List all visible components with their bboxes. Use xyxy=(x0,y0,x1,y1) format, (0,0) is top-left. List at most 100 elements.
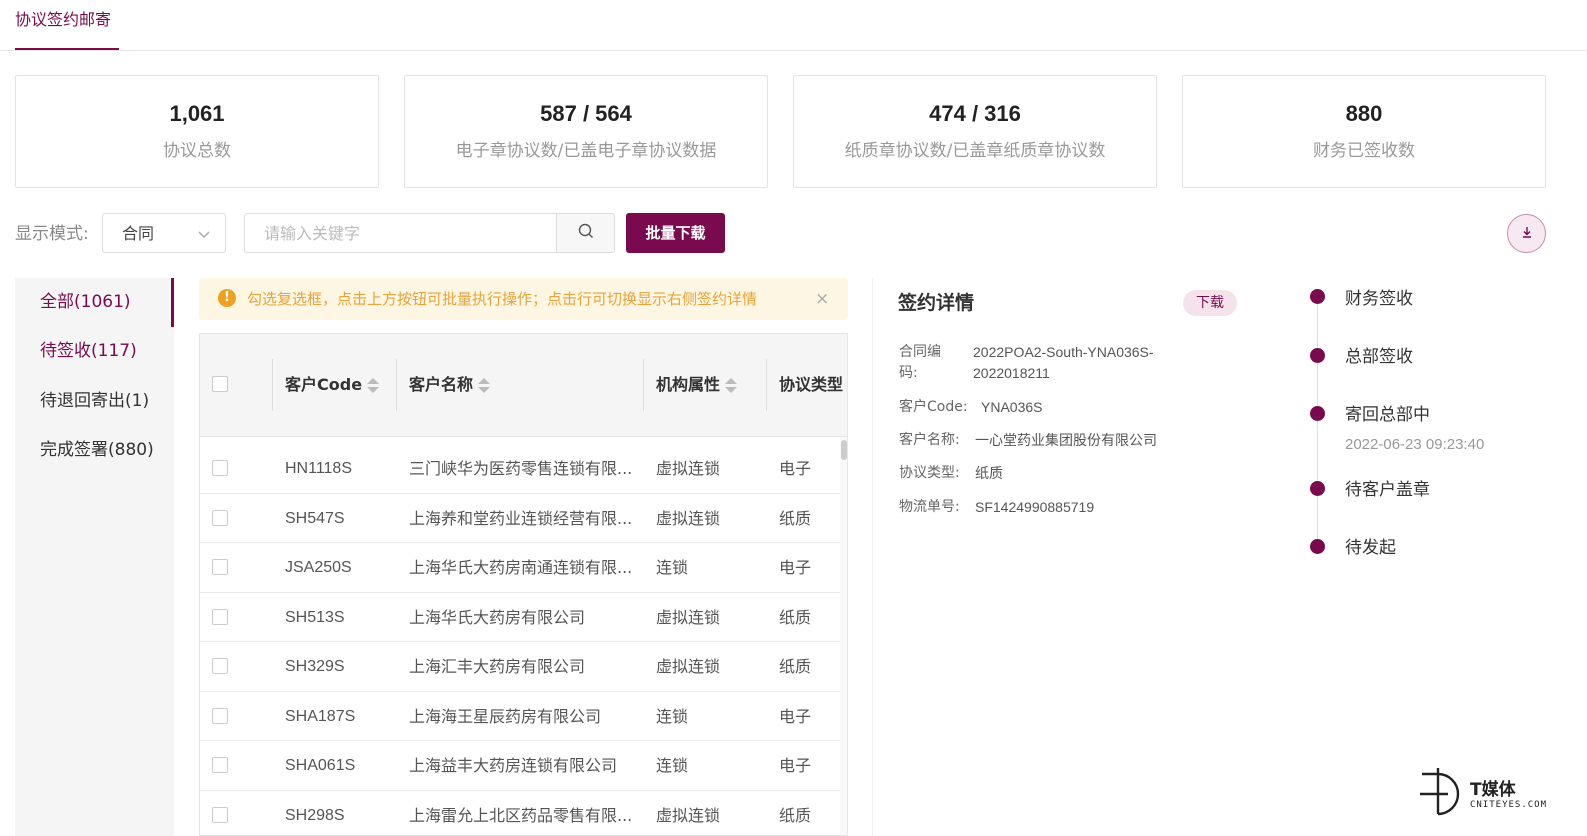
column-divider xyxy=(272,359,273,411)
search-button[interactable] xyxy=(556,213,615,253)
display-mode-value: 合同 xyxy=(122,224,155,243)
table-row[interactable]: SH329S 上海汇丰大药房有限公司 虚拟连锁 纸质 xyxy=(200,642,840,692)
row-checkbox[interactable] xyxy=(212,757,228,773)
cell-customer-code: SH329S xyxy=(285,658,345,675)
cell-customer-name: 上海养和堂药业连锁经营有限... xyxy=(409,508,633,528)
sidebar-item-all[interactable]: 全部(1061) xyxy=(40,290,131,314)
timeline-step-to-initiate: 待发起 xyxy=(1345,538,1396,558)
column-header-label: 客户Code xyxy=(285,375,363,394)
watermark-name: T媒体 xyxy=(1470,780,1516,800)
stat-value: 474 / 316 xyxy=(929,101,1021,126)
watermark-url: CNITEYES.COM xyxy=(1470,800,1548,810)
timeline-dot xyxy=(1310,406,1325,421)
customer-name-value: 一心堂药业集团股份有限公司 xyxy=(975,432,1157,448)
sidebar-item-pending-return[interactable]: 待退回寄出(1) xyxy=(40,389,149,413)
column-header-label: 机构属性 xyxy=(656,375,721,394)
timeline-dot xyxy=(1310,348,1325,363)
table-row[interactable]: SH513S 上海华氏大药房有限公司 虚拟连锁 纸质 xyxy=(200,593,840,642)
top-tab-bar: 协议签约邮寄 xyxy=(0,0,1587,51)
table-row[interactable]: HN1118S 三门峡华为医药零售连锁有限... 虚拟连锁 电子 xyxy=(200,444,840,494)
stat-card-paper: 474 / 316 纸质章协议数/已盖章纸质章协议数 xyxy=(793,75,1157,188)
cell-customer-code: SHA061S xyxy=(285,757,356,774)
cell-org-attribute: 虚拟连锁 xyxy=(656,805,721,825)
cell-customer-code: SHA187S xyxy=(285,707,356,725)
logistics-no-value: SF1424990885719 xyxy=(975,499,1095,515)
row-checkbox[interactable] xyxy=(212,658,228,674)
cell-agreement-type: 电子 xyxy=(779,706,812,726)
cell-agreement-type: 电子 xyxy=(779,459,812,478)
watermark-mark-icon xyxy=(1420,768,1460,816)
detail-download-button[interactable]: 下载 xyxy=(1183,290,1237,316)
cell-org-attribute: 虚拟连锁 xyxy=(656,459,721,478)
cell-customer-code: SH547S xyxy=(285,509,345,527)
table-row[interactable]: SHA061S 上海益丰大药房连锁有限公司 连锁 电子 xyxy=(200,741,840,791)
row-checkbox[interactable] xyxy=(212,509,228,526)
table-row[interactable]: JSA250S 上海华氏大药房南通连锁有限... 连锁 电子 xyxy=(200,543,840,593)
stat-card-total: 1,061 协议总数 xyxy=(15,75,379,188)
cell-customer-name: 上海华氏大药房南通连锁有限... xyxy=(409,558,633,577)
display-mode-select[interactable]: 合同 xyxy=(102,213,226,253)
close-icon[interactable]: × xyxy=(815,289,829,309)
row-checkbox[interactable] xyxy=(212,707,228,724)
column-header-name[interactable]: 客户名称 xyxy=(409,374,491,396)
tab-agreement-mail[interactable]: 协议签约邮寄 xyxy=(15,8,111,51)
warning-icon: ! xyxy=(218,289,236,307)
table-row[interactable]: SH547S 上海养和堂药业连锁经营有限... 虚拟连锁 纸质 xyxy=(200,494,840,543)
search-input[interactable] xyxy=(244,213,557,253)
sidebar-item-pending-receipt[interactable]: 待签收(117) xyxy=(40,339,137,363)
column-header-code[interactable]: 客户Code xyxy=(285,374,380,396)
row-checkbox[interactable] xyxy=(212,806,228,823)
cell-customer-name: 上海雷允上北区药品零售有限... xyxy=(409,805,633,825)
cell-agreement-type: 纸质 xyxy=(779,805,812,825)
cell-customer-name: 上海华氏大药房有限公司 xyxy=(409,607,586,627)
stat-value: 880 xyxy=(1345,101,1383,126)
stat-card-finance: 880 财务已签收数 xyxy=(1182,75,1546,188)
cell-customer-code: SH513S xyxy=(285,608,345,626)
sort-icon[interactable] xyxy=(725,377,738,395)
contract-no-value-line1: 2022POA2-South-YNA036S- xyxy=(973,344,1154,360)
timeline-dot xyxy=(1310,481,1325,496)
chevron-down-icon xyxy=(197,226,211,245)
batch-download-button[interactable]: 批量下载 xyxy=(626,213,725,253)
cell-org-attribute: 虚拟连锁 xyxy=(656,657,721,676)
customer-name-label: 客户名称: xyxy=(899,432,960,448)
row-checkbox[interactable] xyxy=(212,460,228,476)
column-header-type[interactable]: 协议类型 xyxy=(779,374,843,396)
timeline-step-finance-receipt: 财务签收 xyxy=(1345,289,1413,309)
row-checkbox[interactable] xyxy=(212,608,228,625)
status-filter-sidebar: 全部(1061) 待签收(117) 待退回寄出(1) 完成签署(880) xyxy=(15,278,174,836)
export-button[interactable] xyxy=(1507,214,1546,253)
customer-code-label: 客户Code: xyxy=(899,399,968,415)
table-header: 客户Code 客户名称 机构属性 协议类型 xyxy=(200,334,847,437)
cell-customer-name: 上海汇丰大药房有限公司 xyxy=(409,657,586,676)
stat-value: 587 / 564 xyxy=(540,101,632,126)
cell-agreement-type: 纸质 xyxy=(779,657,812,676)
sidebar-item-completed[interactable]: 完成签署(880) xyxy=(40,438,154,462)
timeline-dot xyxy=(1310,539,1325,554)
table-scroll-thumb[interactable] xyxy=(841,440,847,460)
column-divider xyxy=(766,359,767,411)
active-tab-underline xyxy=(15,48,119,50)
row-checkbox[interactable] xyxy=(212,559,228,575)
customer-code-value: YNA036S xyxy=(981,399,1043,415)
sort-icon[interactable] xyxy=(478,377,491,395)
table-scrollbar[interactable] xyxy=(840,437,847,835)
cell-org-attribute: 虚拟连锁 xyxy=(656,508,721,528)
select-all-checkbox[interactable] xyxy=(212,376,228,392)
display-mode-label: 显示模式: xyxy=(15,224,89,244)
agreement-type-value: 纸质 xyxy=(975,465,1003,481)
stat-label: 财务已签收数 xyxy=(1313,141,1415,161)
stat-card-electronic: 587 / 564 电子章协议数/已盖电子章协议数据 xyxy=(404,75,768,188)
cell-customer-code: SH298S xyxy=(285,806,345,824)
contract-no-label-line2: 码: xyxy=(899,365,918,381)
stat-label: 纸质章协议数/已盖章纸质章协议数 xyxy=(844,141,1106,161)
table-row[interactable]: SHA187S 上海海王星辰药房有限公司 连锁 电子 xyxy=(200,692,840,741)
sort-icon[interactable] xyxy=(367,377,380,395)
watermark-logo: T媒体 CNITEYES.COM xyxy=(1418,766,1568,818)
agreement-table: 客户Code 客户名称 机构属性 协议类型 HN1118S 三门峡华为医药零售连锁… xyxy=(199,333,848,836)
column-header-org[interactable]: 机构属性 xyxy=(656,374,738,396)
contract-no-label-line1: 合同编 xyxy=(899,344,941,360)
download-icon xyxy=(1519,224,1535,244)
timeline-step-hq-receipt: 总部签收 xyxy=(1345,347,1413,367)
table-row[interactable]: SH298S 上海雷允上北区药品零售有限... 虚拟连锁 纸质 xyxy=(200,791,840,836)
